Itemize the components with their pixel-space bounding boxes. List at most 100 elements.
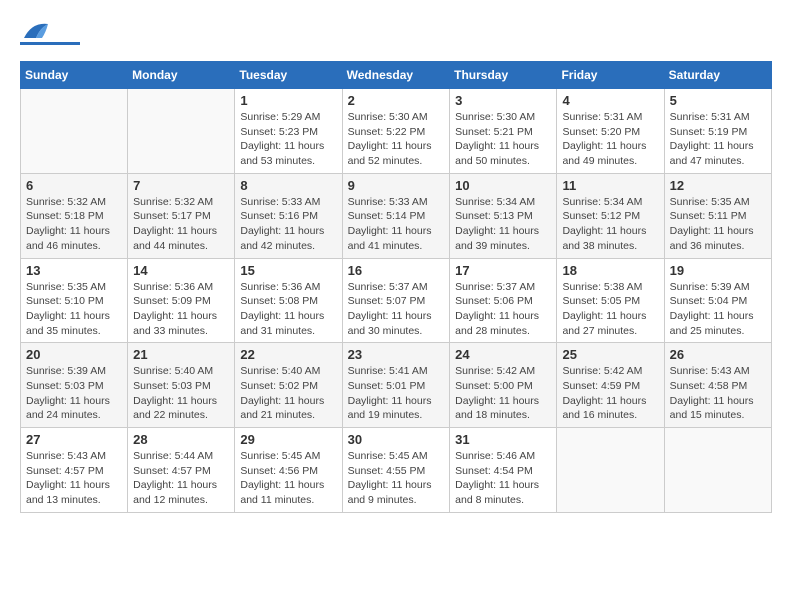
day-info: Sunrise: 5:30 AMSunset: 5:22 PMDaylight:… xyxy=(348,110,445,169)
day-info: Sunrise: 5:34 AMSunset: 5:13 PMDaylight:… xyxy=(455,195,551,254)
day-info: Sunrise: 5:42 AMSunset: 4:59 PMDaylight:… xyxy=(562,364,658,423)
day-number: 18 xyxy=(562,263,658,278)
calendar-cell: 20 Sunrise: 5:39 AMSunset: 5:03 PMDayligh… xyxy=(21,343,128,428)
column-header-friday: Friday xyxy=(557,62,664,89)
day-info: Sunrise: 5:37 AMSunset: 5:06 PMDaylight:… xyxy=(455,280,551,339)
day-number: 17 xyxy=(455,263,551,278)
day-number: 31 xyxy=(455,432,551,447)
column-header-tuesday: Tuesday xyxy=(235,62,342,89)
day-info: Sunrise: 5:42 AMSunset: 5:00 PMDaylight:… xyxy=(455,364,551,423)
calendar-table: SundayMondayTuesdayWednesdayThursdayFrid… xyxy=(20,61,772,513)
calendar-cell: 30Sunrise: 5:45 AMSunset: 4:55 PMDayligh… xyxy=(342,428,450,513)
column-header-thursday: Thursday xyxy=(450,62,557,89)
day-info: Sunrise: 5:29 AMSunset: 5:23 PMDaylight:… xyxy=(240,110,336,169)
calendar-week-row: 27 Sunrise: 5:43 AMSunset: 4:57 PMDayligh… xyxy=(21,428,772,513)
day-number: 3 xyxy=(455,93,551,108)
calendar-cell: 9 Sunrise: 5:33 AMSunset: 5:14 PMDaylight… xyxy=(342,173,450,258)
day-info: Sunrise: 5:43 AMSunset: 4:58 PMDaylight:… xyxy=(670,364,766,423)
calendar-cell: 12 Sunrise: 5:35 AMSunset: 5:11 PMDayligh… xyxy=(664,173,771,258)
day-info: Sunrise: 5:41 AMSunset: 5:01 PMDaylight:… xyxy=(348,364,445,423)
day-number: 26 xyxy=(670,347,766,362)
day-info: Sunrise: 5:44 AMSunset: 4:57 PMDaylight:… xyxy=(133,449,229,508)
logo xyxy=(20,20,80,45)
calendar-cell: 22 Sunrise: 5:40 AMSunset: 5:02 PMDayligh… xyxy=(235,343,342,428)
calendar-cell: 11 Sunrise: 5:34 AMSunset: 5:12 PMDayligh… xyxy=(557,173,664,258)
day-number: 22 xyxy=(240,347,336,362)
day-info: Sunrise: 5:33 AMSunset: 5:16 PMDaylight:… xyxy=(240,195,336,254)
calendar-cell: 23 Sunrise: 5:41 AMSunset: 5:01 PMDayligh… xyxy=(342,343,450,428)
calendar-cell: 31Sunrise: 5:46 AMSunset: 4:54 PMDayligh… xyxy=(450,428,557,513)
day-info: Sunrise: 5:35 AMSunset: 5:11 PMDaylight:… xyxy=(670,195,766,254)
calendar-week-row: 20 Sunrise: 5:39 AMSunset: 5:03 PMDayligh… xyxy=(21,343,772,428)
day-number: 23 xyxy=(348,347,445,362)
day-number: 1 xyxy=(240,93,336,108)
day-info: Sunrise: 5:38 AMSunset: 5:05 PMDaylight:… xyxy=(562,280,658,339)
calendar-cell: 18 Sunrise: 5:38 AMSunset: 5:05 PMDayligh… xyxy=(557,258,664,343)
day-number: 4 xyxy=(562,93,658,108)
day-number: 8 xyxy=(240,178,336,193)
calendar-cell xyxy=(664,428,771,513)
day-info: Sunrise: 5:39 AMSunset: 5:03 PMDaylight:… xyxy=(26,364,122,423)
day-number: 11 xyxy=(562,178,658,193)
day-number: 10 xyxy=(455,178,551,193)
calendar-header-row: SundayMondayTuesdayWednesdayThursdayFrid… xyxy=(21,62,772,89)
calendar-cell: 2 Sunrise: 5:30 AMSunset: 5:22 PMDaylight… xyxy=(342,89,450,174)
day-info: Sunrise: 5:36 AMSunset: 5:08 PMDaylight:… xyxy=(240,280,336,339)
day-info: Sunrise: 5:43 AMSunset: 4:57 PMDaylight:… xyxy=(26,449,122,508)
day-info: Sunrise: 5:32 AMSunset: 5:18 PMDaylight:… xyxy=(26,195,122,254)
day-number: 16 xyxy=(348,263,445,278)
calendar-week-row: 13 Sunrise: 5:35 AMSunset: 5:10 PMDayligh… xyxy=(21,258,772,343)
day-info: Sunrise: 5:35 AMSunset: 5:10 PMDaylight:… xyxy=(26,280,122,339)
day-info: Sunrise: 5:37 AMSunset: 5:07 PMDaylight:… xyxy=(348,280,445,339)
day-number: 2 xyxy=(348,93,445,108)
column-header-wednesday: Wednesday xyxy=(342,62,450,89)
calendar-cell: 24 Sunrise: 5:42 AMSunset: 5:00 PMDayligh… xyxy=(450,343,557,428)
day-number: 28 xyxy=(133,432,229,447)
logo-wing-icon xyxy=(22,20,50,40)
day-info: Sunrise: 5:33 AMSunset: 5:14 PMDaylight:… xyxy=(348,195,445,254)
calendar-cell: 3Sunrise: 5:30 AMSunset: 5:21 PMDaylight… xyxy=(450,89,557,174)
logo-underline xyxy=(20,42,80,45)
day-number: 29 xyxy=(240,432,336,447)
column-header-saturday: Saturday xyxy=(664,62,771,89)
day-number: 9 xyxy=(348,178,445,193)
day-number: 6 xyxy=(26,178,122,193)
day-number: 13 xyxy=(26,263,122,278)
calendar-cell: 5 Sunrise: 5:31 AMSunset: 5:19 PMDaylight… xyxy=(664,89,771,174)
calendar-cell: 21Sunrise: 5:40 AMSunset: 5:03 PMDayligh… xyxy=(128,343,235,428)
day-number: 24 xyxy=(455,347,551,362)
calendar-cell xyxy=(557,428,664,513)
calendar-cell: 26 Sunrise: 5:43 AMSunset: 4:58 PMDayligh… xyxy=(664,343,771,428)
calendar-cell: 16 Sunrise: 5:37 AMSunset: 5:07 PMDayligh… xyxy=(342,258,450,343)
day-number: 15 xyxy=(240,263,336,278)
calendar-cell: 17 Sunrise: 5:37 AMSunset: 5:06 PMDayligh… xyxy=(450,258,557,343)
day-number: 27 xyxy=(26,432,122,447)
day-number: 12 xyxy=(670,178,766,193)
column-header-monday: Monday xyxy=(128,62,235,89)
day-info: Sunrise: 5:36 AMSunset: 5:09 PMDaylight:… xyxy=(133,280,229,339)
calendar-cell: 15 Sunrise: 5:36 AMSunset: 5:08 PMDayligh… xyxy=(235,258,342,343)
calendar-week-row: 6 Sunrise: 5:32 AMSunset: 5:18 PMDaylight… xyxy=(21,173,772,258)
day-number: 20 xyxy=(26,347,122,362)
day-info: Sunrise: 5:45 AMSunset: 4:55 PMDaylight:… xyxy=(348,449,445,508)
calendar-cell: 27 Sunrise: 5:43 AMSunset: 4:57 PMDayligh… xyxy=(21,428,128,513)
day-info: Sunrise: 5:31 AMSunset: 5:19 PMDaylight:… xyxy=(670,110,766,169)
calendar-cell xyxy=(128,89,235,174)
column-header-sunday: Sunday xyxy=(21,62,128,89)
day-info: Sunrise: 5:39 AMSunset: 5:04 PMDaylight:… xyxy=(670,280,766,339)
calendar-cell: 14Sunrise: 5:36 AMSunset: 5:09 PMDayligh… xyxy=(128,258,235,343)
calendar-cell: 4Sunrise: 5:31 AMSunset: 5:20 PMDaylight… xyxy=(557,89,664,174)
day-info: Sunrise: 5:32 AMSunset: 5:17 PMDaylight:… xyxy=(133,195,229,254)
calendar-cell: 25 Sunrise: 5:42 AMSunset: 4:59 PMDayligh… xyxy=(557,343,664,428)
day-info: Sunrise: 5:34 AMSunset: 5:12 PMDaylight:… xyxy=(562,195,658,254)
day-number: 21 xyxy=(133,347,229,362)
calendar-cell: 19 Sunrise: 5:39 AMSunset: 5:04 PMDayligh… xyxy=(664,258,771,343)
day-number: 19 xyxy=(670,263,766,278)
day-number: 5 xyxy=(670,93,766,108)
day-number: 25 xyxy=(562,347,658,362)
day-info: Sunrise: 5:45 AMSunset: 4:56 PMDaylight:… xyxy=(240,449,336,508)
day-info: Sunrise: 5:40 AMSunset: 5:02 PMDaylight:… xyxy=(240,364,336,423)
calendar-cell: 10 Sunrise: 5:34 AMSunset: 5:13 PMDayligh… xyxy=(450,173,557,258)
calendar-cell: 1 Sunrise: 5:29 AMSunset: 5:23 PMDaylight… xyxy=(235,89,342,174)
calendar-cell: 29 Sunrise: 5:45 AMSunset: 4:56 PMDayligh… xyxy=(235,428,342,513)
